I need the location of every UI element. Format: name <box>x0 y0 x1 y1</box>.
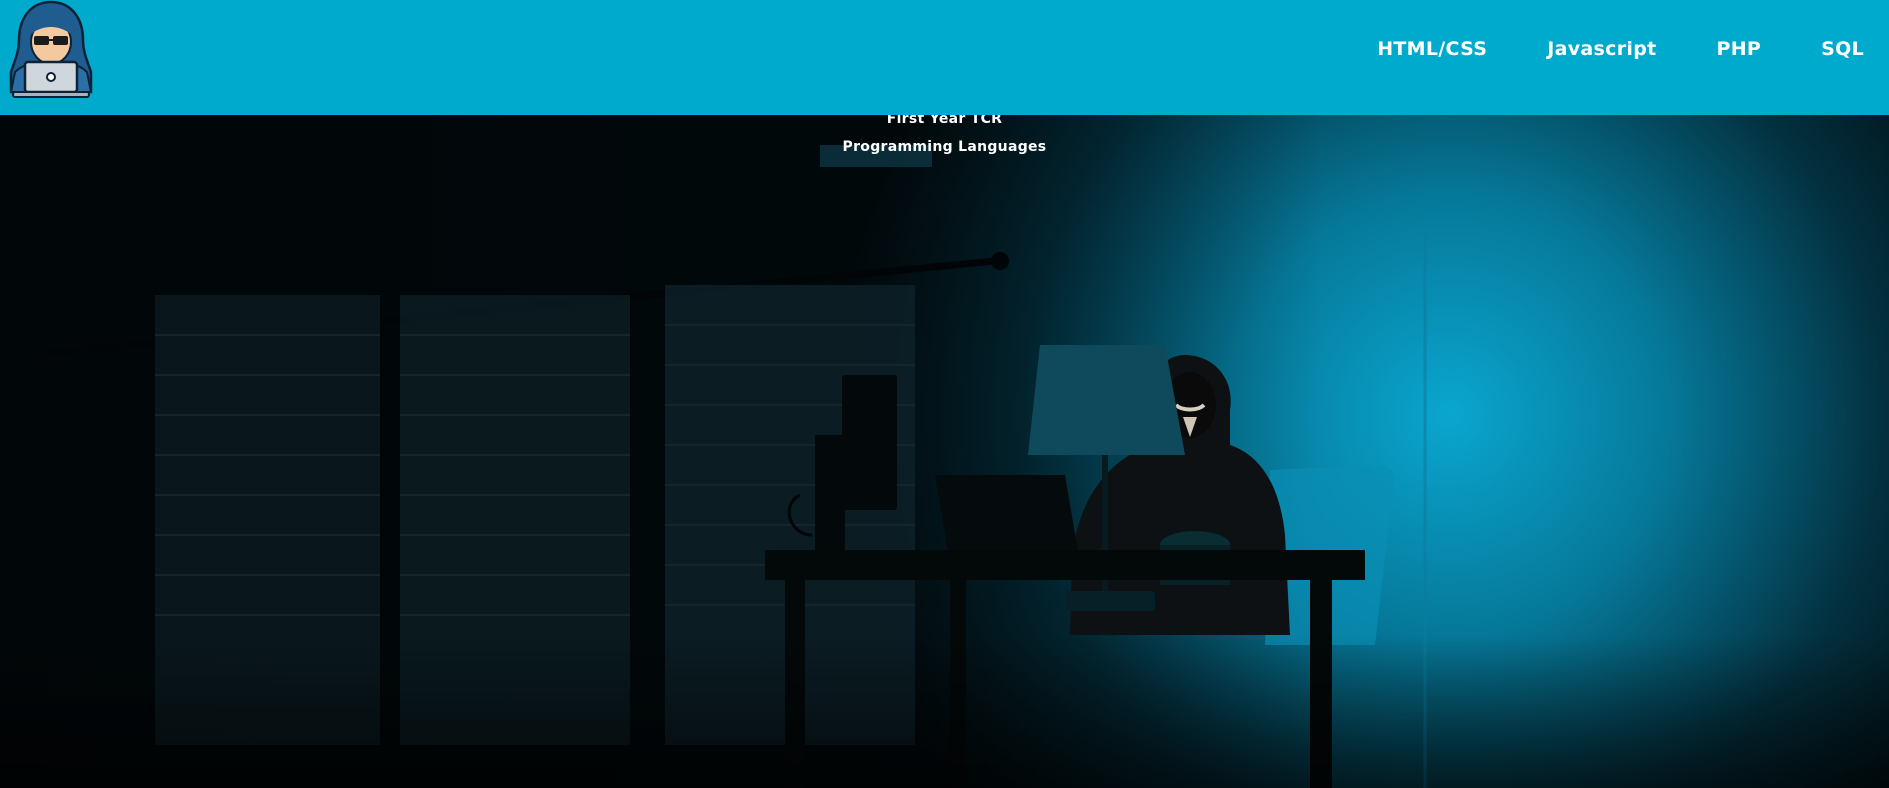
top-navbar: HTML/CSS Javascript PHP SQL <box>0 0 1889 115</box>
hero-banner: First Year TCR Programming Languages <box>0 115 1889 788</box>
nav-link-sql[interactable]: SQL <box>1821 38 1864 60</box>
hero-title: First Year TCR <box>886 115 1003 127</box>
nav-link-javascript[interactable]: Javascript <box>1547 38 1656 60</box>
nav-link-php[interactable]: PHP <box>1717 38 1762 60</box>
hero-background-image <box>0 115 1889 788</box>
hacker-logo-icon[interactable] <box>5 0 97 100</box>
hero-subtitle: Programming Languages <box>842 139 1047 155</box>
nav-links: HTML/CSS Javascript PHP SQL <box>1317 38 1864 60</box>
nav-link-html-css[interactable]: HTML/CSS <box>1377 38 1487 60</box>
